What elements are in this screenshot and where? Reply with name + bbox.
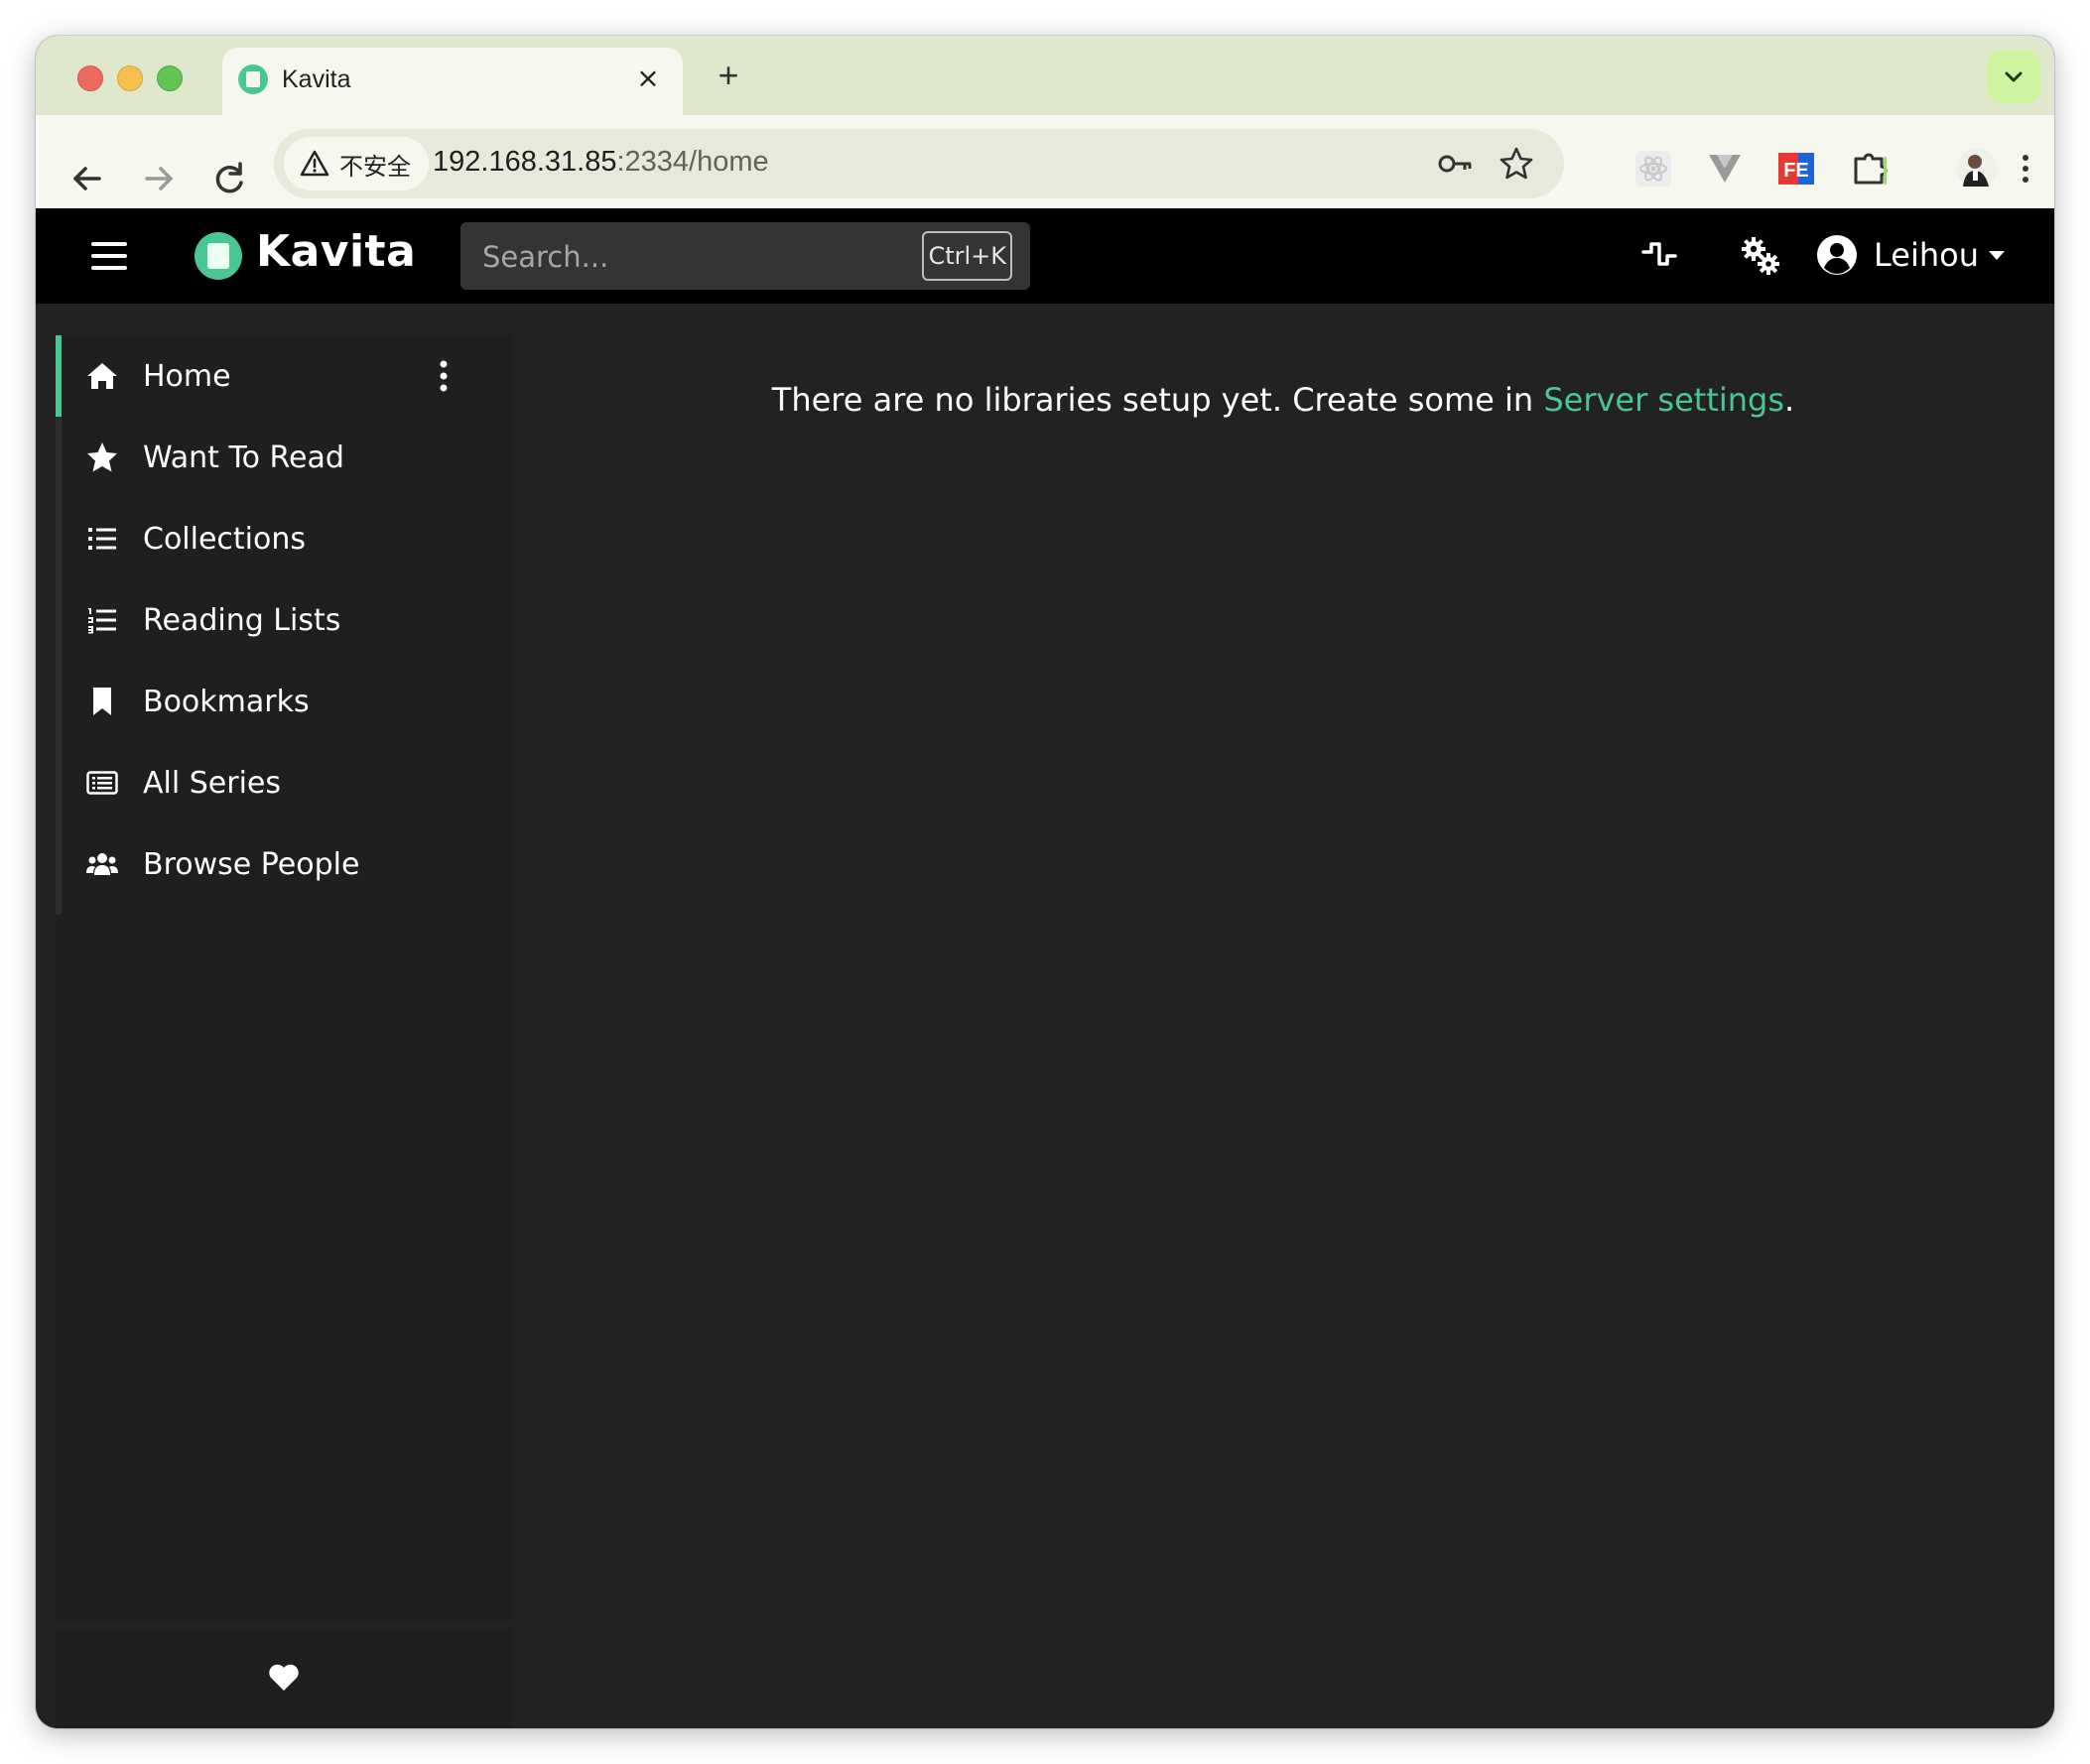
chevron-down-icon <box>2005 71 2023 82</box>
tab-strip: Kavita × + <box>36 36 2054 117</box>
browser-tab-active[interactable]: Kavita × <box>222 48 683 117</box>
password-key-icon[interactable] <box>1435 144 1475 184</box>
sidebar-item-label: All Series <box>143 765 281 801</box>
sidebar-item-label: Home <box>143 358 231 394</box>
url-path: :2334/home <box>616 146 769 178</box>
more-vertical-icon <box>2023 155 2028 183</box>
rectangle-list-icon <box>86 771 118 795</box>
home-icon <box>87 363 117 389</box>
tab-title: Kavita <box>282 65 351 93</box>
reload-icon <box>215 162 243 193</box>
message-text: There are no libraries setup yet. Create… <box>771 381 1544 419</box>
empty-libraries-message: There are no libraries setup yet. Create… <box>512 381 2054 419</box>
sidebar-item-collections[interactable]: Collections <box>56 498 512 579</box>
sidebar-footer <box>56 1629 512 1728</box>
arrow-left-icon <box>73 167 101 190</box>
address-bar[interactable]: 不安全 192.168.31.85:2334/home <box>274 129 1564 198</box>
new-tab-button[interactable]: + <box>707 54 750 97</box>
users-icon <box>86 853 118 875</box>
reload-button[interactable] <box>200 149 260 208</box>
side-nav: Home Want To Read Collections Reading Li… <box>56 335 512 1621</box>
minimize-window-button[interactable] <box>117 65 143 91</box>
bookmark-icon <box>93 688 111 715</box>
search-input[interactable] <box>480 222 901 292</box>
menu-toggle-button[interactable] <box>91 238 127 274</box>
sidebar-item-want-to-read[interactable]: Want To Read <box>56 417 512 498</box>
sidebar-item-reading-lists[interactable]: Reading Lists <box>56 579 512 661</box>
caret-down-icon <box>1988 250 2005 260</box>
user-circle-icon <box>1817 235 1857 275</box>
hamburger-icon <box>91 242 127 270</box>
tab-close-icon[interactable]: × <box>631 62 665 95</box>
bookmark-star-icon[interactable] <box>1497 144 1536 184</box>
fe-helper-extension-icon[interactable]: FE <box>1774 147 1818 190</box>
sidebar-item-home[interactable]: Home <box>56 335 512 417</box>
warning-icon <box>300 150 329 177</box>
sidebar-item-label: Want To Read <box>143 440 344 475</box>
browser-menu-button[interactable] <box>2011 147 2040 190</box>
toolbar-divider <box>1884 157 1887 185</box>
star-icon <box>87 442 117 472</box>
sidebar-item-label: Browse People <box>143 846 360 882</box>
site-security-chip[interactable]: 不安全 <box>284 137 429 190</box>
user-name: Leihou <box>1874 236 1979 274</box>
numbered-list-icon <box>88 608 116 634</box>
tab-search-button[interactable] <box>1987 50 2040 103</box>
back-button[interactable] <box>58 149 117 208</box>
app-logo-text[interactable]: Kavita <box>256 226 416 277</box>
react-devtools-extension-icon[interactable] <box>1632 147 1675 190</box>
message-suffix: . <box>1784 381 1795 419</box>
vue-devtools-extension-icon[interactable] <box>1703 147 1747 190</box>
sidebar-item-label: Bookmarks <box>143 684 310 719</box>
server-settings-link[interactable]: Server settings <box>1543 381 1784 419</box>
search-bar[interactable]: Ctrl+K <box>460 222 1030 292</box>
browser-window: Kavita × + 不安全 192.168.31.85:2334/home F… <box>36 36 2054 1728</box>
sidebar-item-label: Reading Lists <box>143 602 341 638</box>
heart-icon[interactable] <box>268 1663 300 1693</box>
more-vertical-icon[interactable] <box>429 356 458 396</box>
sidebar-item-browse-people[interactable]: Browse People <box>56 823 512 905</box>
app-navbar: Kavita Ctrl+K <box>36 208 2054 304</box>
list-icon <box>88 528 116 550</box>
url-host: 192.168.31.85 <box>433 146 617 178</box>
security-label: 不安全 <box>339 152 411 181</box>
maximize-window-button[interactable] <box>157 65 183 91</box>
url-text[interactable]: 192.168.31.85:2334/home <box>433 146 769 179</box>
user-menu-dropdown[interactable]: Leihou <box>1816 230 2005 280</box>
server-settings-gears-icon[interactable] <box>1739 234 1782 278</box>
search-shortcut-hint: Ctrl+K <box>922 231 1012 281</box>
forward-button[interactable] <box>129 149 189 208</box>
sidebar-item-all-series[interactable]: All Series <box>56 742 512 823</box>
kavita-favicon-icon <box>238 64 268 94</box>
kavita-logo-icon[interactable] <box>195 232 242 280</box>
sidebar-item-label: Collections <box>143 521 307 557</box>
arrow-right-icon <box>145 167 173 190</box>
close-window-button[interactable] <box>77 65 103 91</box>
svg-text:FE: FE <box>1783 160 1809 182</box>
sidebar-item-bookmarks[interactable]: Bookmarks <box>56 661 512 742</box>
profile-avatar[interactable] <box>1955 147 1999 190</box>
activity-pulse-icon[interactable] <box>1637 234 1681 278</box>
